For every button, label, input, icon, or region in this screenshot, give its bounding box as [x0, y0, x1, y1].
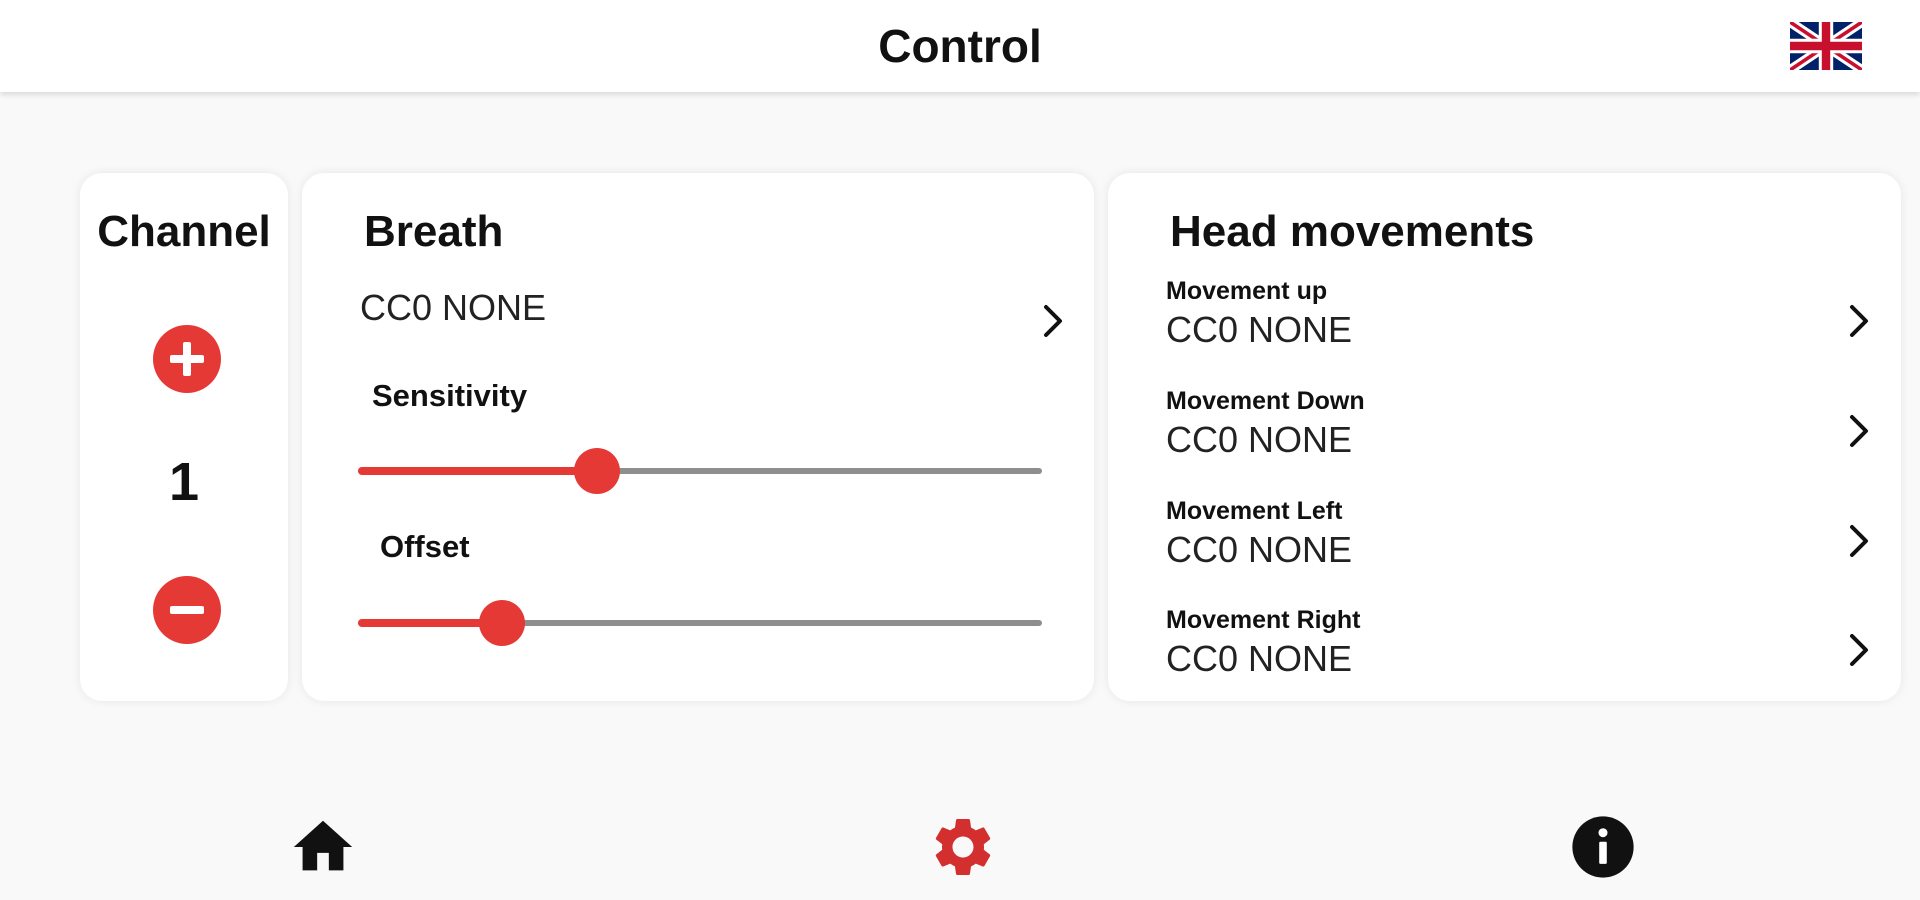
- head-movements-title: Head movements: [1170, 207, 1535, 256]
- channel-value: 1: [168, 452, 200, 512]
- movement-label: Movement Down: [1166, 387, 1365, 415]
- movement-label: Movement up: [1166, 277, 1328, 305]
- sensitivity-slider[interactable]: [358, 446, 1042, 496]
- chevron-right-icon[interactable]: [1846, 521, 1874, 561]
- chevron-right-icon[interactable]: [1846, 630, 1874, 670]
- gear-icon[interactable]: [928, 812, 998, 882]
- movement-left-row[interactable]: Movement Left CC0 NONE: [1166, 497, 1868, 597]
- channel-card: Channel 1: [80, 173, 288, 701]
- offset-label: Offset: [380, 529, 470, 564]
- movement-value: CC0 NONE: [1166, 309, 1353, 350]
- slider-thumb[interactable]: [479, 600, 525, 646]
- movement-label: Movement Right: [1166, 606, 1361, 634]
- chevron-right-icon[interactable]: [1846, 411, 1874, 451]
- movement-value: CC0 NONE: [1166, 529, 1353, 570]
- movement-label: Movement Left: [1166, 497, 1343, 525]
- breath-cc-value[interactable]: CC0 NONE: [360, 287, 546, 329]
- plus-circle-icon[interactable]: [153, 325, 221, 393]
- uk-flag-icon[interactable]: [1787, 18, 1865, 74]
- offset-slider[interactable]: [358, 598, 1042, 648]
- chevron-right-icon[interactable]: [1846, 301, 1874, 341]
- home-icon[interactable]: [288, 812, 358, 882]
- movement-value: CC0 NONE: [1166, 638, 1353, 679]
- page-title: Control: [878, 20, 1042, 72]
- bottom-nav: [0, 800, 1920, 900]
- sensitivity-label: Sensitivity: [372, 378, 528, 413]
- channel-title: Channel: [97, 207, 271, 256]
- minus-circle-icon[interactable]: [153, 576, 221, 644]
- movement-right-row[interactable]: Movement Right CC0 NONE: [1166, 606, 1868, 706]
- slider-fill: [358, 467, 597, 475]
- breath-title: Breath: [364, 207, 504, 256]
- chevron-right-icon[interactable]: [1040, 301, 1068, 341]
- breath-card: Breath CC0 NONE Sensitivity Offset: [302, 173, 1094, 701]
- movement-value: CC0 NONE: [1166, 419, 1353, 460]
- slider-thumb[interactable]: [574, 448, 620, 494]
- head-movements-card: Head movements Movement up CC0 NONE Move…: [1108, 173, 1901, 701]
- movement-up-row[interactable]: Movement up CC0 NONE: [1166, 277, 1868, 377]
- movement-down-row[interactable]: Movement Down CC0 NONE: [1166, 387, 1868, 487]
- top-app-bar: Control: [0, 0, 1920, 92]
- info-icon[interactable]: [1568, 812, 1638, 882]
